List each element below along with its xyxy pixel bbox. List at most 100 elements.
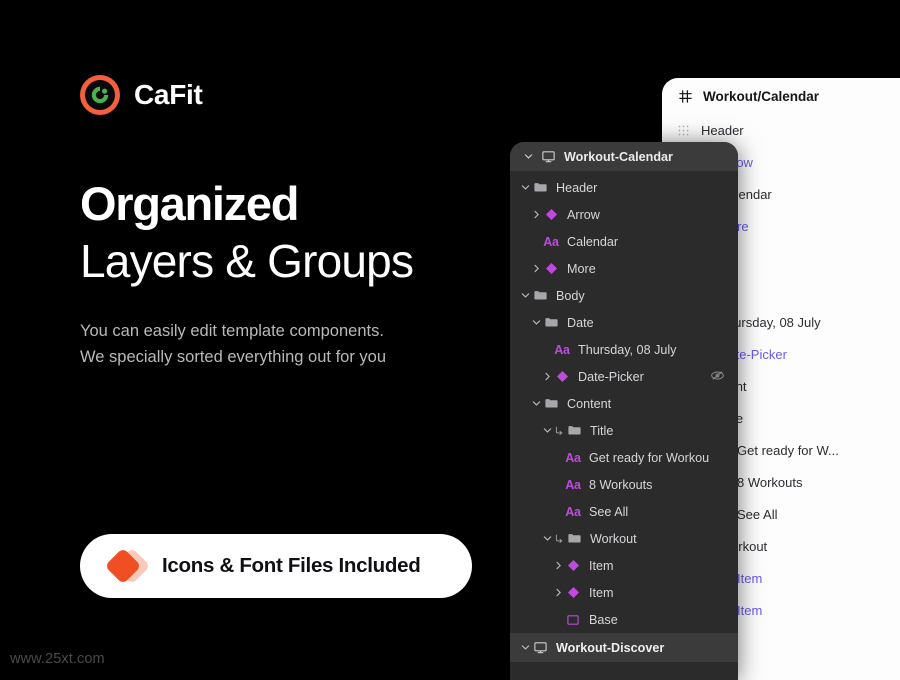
layer-type-icon [532,180,548,196]
disclosure-chevron [551,480,565,489]
dark-layers-panel: Workout-Calendar Header Arrow Aa Calendar Mo… [510,142,738,680]
badge-label: Icons & Font Files Included [162,554,421,577]
chevron-down-icon [532,401,540,406]
dark-layer-row[interactable]: Aa Calendar [510,228,738,255]
disclosure-chevron[interactable] [540,372,554,381]
dark-layer-row[interactable]: Aa Get ready for Workou [510,444,738,471]
layer-type-icon [674,121,692,139]
layer-name: Header [701,122,744,138]
layer-type-icon: Aa [565,477,581,493]
light-panel-title-row[interactable]: Workout/Calendar [662,78,900,114]
frame-icon [532,640,548,656]
layer-name: Item [589,558,614,573]
dark-layer-list: Header Arrow Aa Calendar More Body Date Aa Thurs… [510,171,738,662]
disclosure-chevron [540,345,554,354]
watermark: www.25xt.com [10,651,105,667]
headline-line-2: Layers & Groups [80,235,414,287]
disclosure-chevron[interactable] [529,210,543,219]
brand-name: CaFit [134,79,203,110]
component-icon [567,559,579,572]
chevron-right-icon [533,264,539,273]
layer-name: More [567,261,596,276]
visibility-toggle[interactable] [710,368,725,386]
layer-name: Item [589,585,614,600]
dark-layer-row[interactable]: More [510,255,738,282]
dark-layer-row[interactable]: Title [510,417,738,444]
disclosure-chevron [551,615,565,624]
disclosure-chevron[interactable] [551,588,565,597]
layer-type-icon: Aa [554,342,570,358]
disclosure-chevron[interactable] [540,426,554,435]
layer-name: Item [737,570,763,586]
dark-layer-row[interactable]: Aa 8 Workouts [510,471,738,498]
chevron-down-icon [521,645,529,650]
layer-name: See All [737,506,778,522]
brand-lockup: CaFit [80,75,203,115]
disclosure-chevron[interactable] [518,643,532,652]
text-icon: Aa [565,450,581,465]
layer-name: Workout-Discover [556,640,665,655]
chevron-down-icon [543,428,551,433]
dark-layer-row[interactable]: Date [510,309,738,336]
layer-type-icon [565,558,581,574]
disclosure-chevron[interactable] [518,291,532,300]
dark-layer-row[interactable]: Workout [510,525,738,552]
disclosure-chevron[interactable] [518,183,532,192]
chevron-right-icon [544,372,550,381]
disclosure-chevron[interactable] [529,399,543,408]
layer-type-icon: Aa [565,450,581,466]
dark-panel-title-row[interactable]: Workout-Calendar [510,142,738,171]
layer-name: Date-Picker [578,369,644,384]
dark-panel-title: Workout-Calendar [564,149,673,164]
frame-icon [533,642,547,654]
subheadline-line-2: We specially sorted everything out for y… [80,348,387,366]
subheadline: You can easily edit template components.… [80,318,500,370]
chevron-down-icon [532,320,540,325]
hash-frame-icon [679,89,692,103]
poster-canvas: CaFit Organized Layers & Groups You can … [0,0,900,680]
dark-layer-row[interactable]: Date-Picker [510,363,738,390]
disclosure-chevron [551,507,565,516]
auto-layout-indicator [554,425,565,436]
eye-hidden-icon [711,371,724,380]
layer-name: Get ready for W... [737,442,839,458]
layer-type-icon [565,585,581,601]
dark-layer-row[interactable]: Content [510,390,738,417]
dark-layer-row[interactable]: Arrow [510,201,738,228]
disclosure-chevron[interactable] [529,318,543,327]
layer-name: Get ready for Workou [589,450,710,465]
dark-layer-row[interactable]: Body [510,282,738,309]
icons-fonts-included-badge[interactable]: Icons & Font Files Included [80,534,472,598]
text-icon: Aa [554,342,570,357]
dark-layer-row-selected[interactable]: Workout-Discover [510,633,738,662]
folder-icon [567,534,581,543]
dark-layer-row[interactable]: Base [510,606,738,633]
chevron-down-icon [521,293,529,298]
layer-name: Calendar [567,234,619,249]
disclosure-chevron[interactable] [529,264,543,273]
dark-layer-row[interactable]: Item [510,552,738,579]
chevron-right-icon [555,561,561,570]
layer-name: See All [589,504,629,519]
text-icon: Aa [543,234,559,249]
page-title: Organized Layers & Groups [80,176,510,290]
folder-icon [533,291,547,300]
dark-layer-row[interactable]: Header [510,174,738,201]
layer-name: Base [589,612,618,627]
layer-type-icon: Aa [543,234,559,250]
chevron-down-icon [543,536,551,541]
folder-icon [544,318,558,327]
layer-name: Workout [590,531,637,546]
layer-name: Arrow [567,207,600,222]
dark-layer-row[interactable]: Item [510,579,738,606]
disclosure-chevron[interactable] [551,561,565,570]
dark-layer-row[interactable]: Aa Thursday, 08 July [510,336,738,363]
chevron-down-icon[interactable] [524,148,533,166]
layer-name: Content [567,396,612,411]
disclosure-chevron[interactable] [540,534,554,543]
layer-type-icon [543,261,559,277]
layer-type-icon [543,315,559,331]
folder-icon [544,399,558,408]
dark-layer-row[interactable]: Aa See All [510,498,738,525]
dotgrid-icon [678,125,688,135]
